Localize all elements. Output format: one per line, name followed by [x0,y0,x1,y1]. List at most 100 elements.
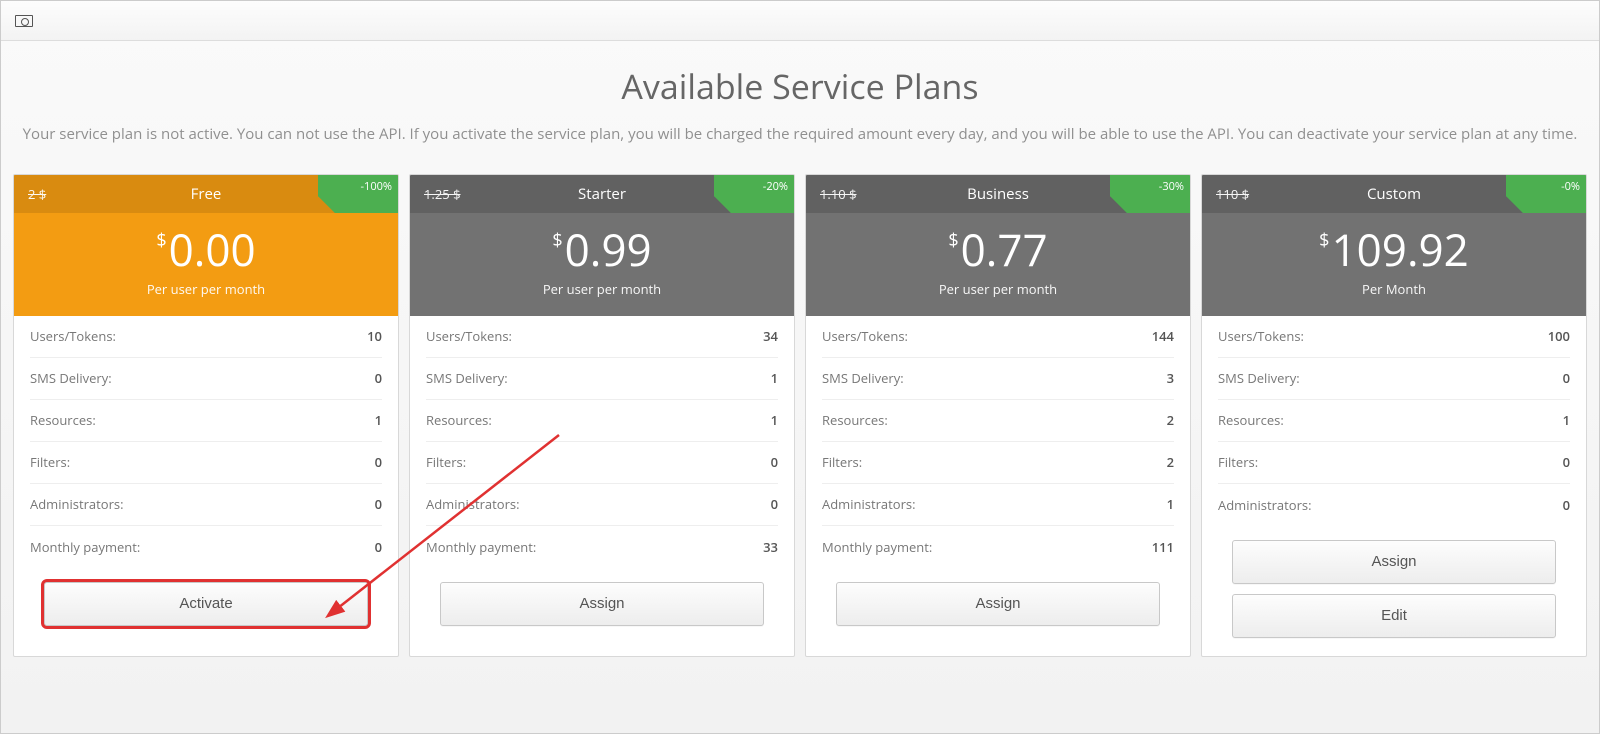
feature-row: SMS Delivery:3 [822,358,1174,400]
plan-period-starter: Per user per month [410,280,794,298]
feature-value: 0 [375,369,382,387]
feature-row: Monthly payment:111 [822,526,1174,568]
feature-label-resources: Resources: [1218,411,1284,429]
price-value-business: 0.77 [961,219,1048,279]
old-price-business: 1.10 $ [820,185,857,203]
feature-value: 1 [375,411,382,429]
feature-row: Administrators: 1 [822,484,1174,526]
feature-value: 100 [1548,327,1570,345]
assign-button[interactable]: Assign [1232,540,1556,584]
plan-card-free: 2 $ Free -100% $0.00 Per user per month … [13,174,399,656]
plan-price-block-starter: $0.99 Per user per month [410,213,794,315]
feature-value: 2 [1167,453,1174,471]
plan-card-starter: 1.25 $ Starter -20% $0.99 Per user per m… [409,174,795,656]
discount-value-free: -100% [360,179,392,194]
toolbar [1,1,1599,41]
feature-row: SMS Delivery:0 [1218,358,1570,400]
edit-button[interactable]: Edit [1232,594,1556,638]
plan-period-free: Per user per month [14,280,398,298]
plan-card-custom: 110 $ Custom -0% $109.92 Per Month Users… [1201,174,1587,656]
plan-namebar-free: 2 $ Free -100% [14,175,398,213]
assign-button[interactable]: Assign [836,582,1160,626]
plan-price-business: $0.77 [806,225,1190,273]
feature-row: Resources:2 [822,400,1174,442]
plan-foot-free: Activate [14,568,398,644]
currency-custom: $ [1319,228,1329,252]
feature-value: 0 [375,538,382,556]
feature-value: 0 [1563,496,1570,514]
feature-label-monthly: Monthly payment: [822,538,932,556]
plan-foot-business: Assign [806,568,1190,644]
feature-row: Filters: 0 [30,442,382,484]
plan-price-block-free: $0.00 Per user per month [14,213,398,315]
page-description: Your service plan is not active. You can… [21,123,1579,146]
discount-tag-custom: -0% [1506,175,1586,213]
plan-head-custom: 110 $ Custom -0% $109.92 Per Month [1202,175,1586,315]
plan-body-business: Users/Tokens:144 SMS Delivery:3 Resource… [806,316,1190,568]
page-content: Available Service Plans Your service pla… [1,41,1599,667]
feature-value: 0 [375,453,382,471]
feature-label-users: Users/Tokens: [30,327,116,345]
feature-value: 34 [763,327,778,345]
feature-value: 0 [1563,369,1570,387]
feature-row: Monthly payment: 0 [30,526,382,568]
feature-row: Resources: 1 [426,400,778,442]
feature-label-filters: Filters: [426,453,466,471]
feature-label-admins: Administrators: [426,495,520,513]
assign-button[interactable]: Assign [440,582,764,626]
price-value-custom: 109.92 [1331,219,1468,279]
plan-name-starter: Starter [578,184,626,204]
plans-row: 2 $ Free -100% $0.00 Per user per month … [11,174,1589,656]
plan-price-block-custom: $109.92 Per Month [1202,213,1586,315]
feature-value: 1 [771,411,778,429]
feature-value: 144 [1152,327,1174,345]
feature-label-filters: Filters: [1218,453,1258,471]
feature-row: Users/Tokens:10 [30,316,382,358]
feature-value: 1 [1167,495,1174,513]
activate-button[interactable]: Activate [44,582,368,626]
feature-label-admins: Administrators: [30,495,124,513]
plan-body-starter: Users/Tokens:34 SMS Delivery:1 Resources… [410,316,794,568]
feature-label-resources: Resources: [426,411,492,429]
feature-row: Filters:2 [822,442,1174,484]
plan-namebar-business: 1.10 $ Business -30% [806,175,1190,213]
feature-row: Filters: 0 [426,442,778,484]
feature-row: Resources: 1 [30,400,382,442]
plan-foot-custom: Assign Edit [1202,526,1586,656]
plan-price-free: $0.00 [14,225,398,273]
plan-period-custom: Per Month [1202,280,1586,298]
app-frame: Available Service Plans Your service pla… [0,0,1600,734]
feature-label-resources: Resources: [30,411,96,429]
feature-value: 1 [1563,411,1570,429]
feature-label-monthly: Monthly payment: [426,538,536,556]
old-price-custom: 110 $ [1216,185,1249,203]
feature-label-monthly: Monthly payment: [30,538,140,556]
feature-row: Administrators:0 [30,484,382,526]
feature-row: Users/Tokens:144 [822,316,1174,358]
feature-label-users: Users/Tokens: [1218,327,1304,345]
feature-row: Administrators:0 [1218,484,1570,526]
discount-value-business: -30% [1159,179,1184,194]
feature-row: SMS Delivery: 0 [30,358,382,400]
feature-label-sms: SMS Delivery: [30,369,112,387]
old-price-free: 2 $ [28,185,46,203]
plan-head-free: 2 $ Free -100% $0.00 Per user per month [14,175,398,315]
plan-head-starter: 1.25 $ Starter -20% $0.99 Per user per m… [410,175,794,315]
plan-name-custom: Custom [1367,184,1421,204]
currency-starter: $ [552,228,562,252]
money-icon [15,15,33,27]
currency-free: $ [156,228,166,252]
feature-value: 0 [771,495,778,513]
price-value-starter: 0.99 [565,219,652,279]
plan-price-starter: $0.99 [410,225,794,273]
feature-row: Users/Tokens: 100 [1218,316,1570,358]
feature-row: Monthly payment:33 [426,526,778,568]
feature-label-resources: Resources: [822,411,888,429]
plan-card-business: 1.10 $ Business -30% $0.77 Per user per … [805,174,1191,656]
feature-label-admins: Administrators: [822,495,916,513]
plan-body-free: Users/Tokens:10 SMS Delivery:0 Resources… [14,316,398,568]
plan-name-free: Free [191,184,222,204]
feature-label-filters: Filters: [30,453,70,471]
feature-value: 0 [771,453,778,471]
discount-value-starter: -20% [763,179,788,194]
